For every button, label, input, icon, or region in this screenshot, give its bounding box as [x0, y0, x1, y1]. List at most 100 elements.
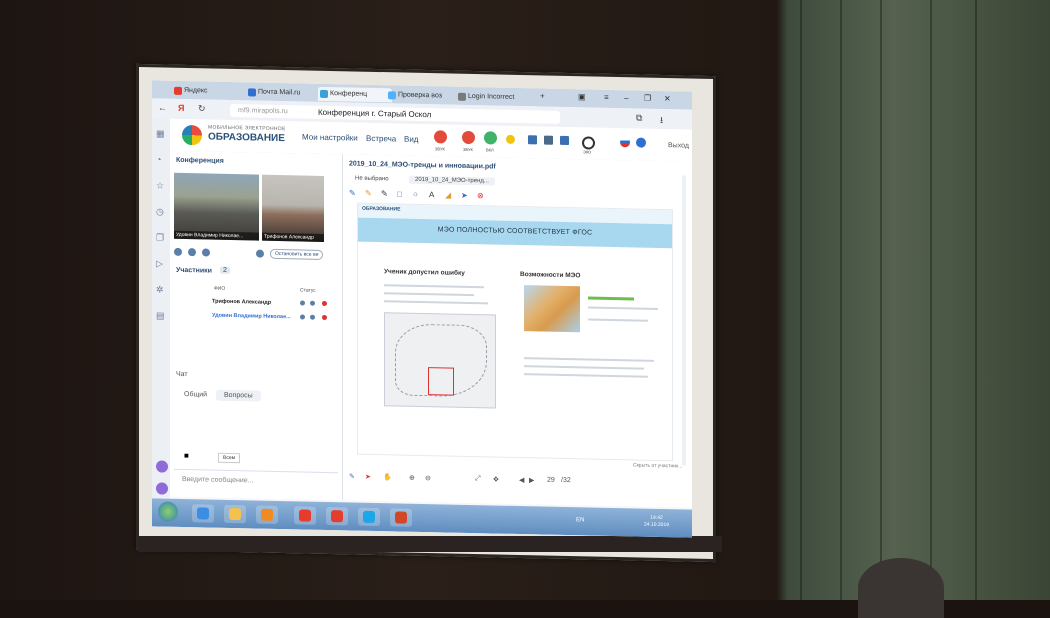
- language-indicator[interactable]: EN: [576, 517, 584, 523]
- participant-row[interactable]: Удовин Владимир Николае...: [174, 309, 334, 324]
- mic-icon[interactable]: [300, 300, 305, 305]
- yandex-home-icon[interactable]: Я: [178, 103, 184, 113]
- recipient-select[interactable]: Всем: [218, 453, 240, 463]
- conference-icon: [320, 90, 328, 98]
- network-icon[interactable]: [544, 136, 553, 145]
- bookmark-icon[interactable]: ⧉: [636, 112, 642, 123]
- menu-view[interactable]: Вид: [404, 135, 418, 144]
- history-icon[interactable]: ◷: [156, 206, 164, 217]
- taskbar-app[interactable]: [256, 506, 278, 524]
- tabs-icon[interactable]: ▣: [578, 92, 586, 101]
- mic-icon[interactable]: [188, 248, 196, 256]
- page-current[interactable]: 29: [547, 477, 555, 484]
- doc-tab-active[interactable]: 2019_10_24_МЭО-тренд...: [409, 176, 495, 186]
- stop-all-video-button[interactable]: Остановить все ви: [270, 249, 323, 260]
- browser-tab[interactable]: Login Incorrect: [456, 90, 540, 106]
- alice-icon[interactable]: [156, 482, 168, 494]
- mic-icon[interactable]: [434, 130, 447, 143]
- gear-icon[interactable]: ✲: [156, 284, 164, 295]
- zoom-out-icon[interactable]: ⊖: [425, 474, 431, 482]
- user-icon[interactable]: [174, 248, 182, 256]
- browser-tab[interactable]: Почта Mail.ru: [246, 85, 320, 101]
- exit-link[interactable]: Выход: [668, 142, 689, 149]
- close-icon[interactable]: ✕: [664, 94, 671, 103]
- powerpoint-icon: [395, 511, 407, 523]
- pen-icon[interactable]: ✎: [381, 189, 388, 198]
- download-icon[interactable]: ⭳: [660, 113, 663, 129]
- minimize-icon[interactable]: –: [624, 93, 628, 102]
- video-tile[interactable]: Трифонов Александр: [262, 175, 324, 242]
- menu-meeting[interactable]: Встреча: [366, 134, 396, 144]
- text-icon[interactable]: A: [429, 190, 434, 199]
- next-page-icon[interactable]: ▶: [529, 476, 534, 484]
- chat-input[interactable]: Введите сообщение...: [174, 469, 338, 492]
- prev-page-icon[interactable]: ◀: [519, 476, 524, 484]
- move-icon[interactable]: ✥: [493, 475, 499, 483]
- copy-icon[interactable]: ❐: [156, 232, 164, 243]
- start-button[interactable]: [158, 501, 178, 521]
- participant-row[interactable]: Трифонов Александр: [174, 295, 334, 310]
- bell-icon[interactable]: ◔: [156, 154, 161, 164]
- error-highlight: [428, 367, 454, 396]
- video-tile[interactable]: Удовин Владимир Николае...: [174, 173, 259, 241]
- taskbar-app[interactable]: [294, 506, 316, 524]
- camera-icon[interactable]: [484, 131, 497, 144]
- taskbar-app[interactable]: [326, 507, 348, 525]
- browser-tab-active[interactable]: Конференц: [318, 87, 392, 103]
- flag-ru-icon[interactable]: [620, 137, 630, 147]
- star-icon[interactable]: ☆: [156, 180, 164, 191]
- media-icon: [261, 509, 273, 521]
- marker-icon[interactable]: ✎: [365, 189, 372, 198]
- speaker-icon[interactable]: [462, 131, 475, 144]
- pointer-icon[interactable]: ➤: [461, 191, 468, 200]
- fit-icon[interactable]: ⤢: [475, 475, 481, 483]
- taskbar-app[interactable]: [358, 508, 380, 526]
- folder-icon[interactable]: [560, 136, 569, 145]
- reload-icon[interactable]: ↻: [198, 103, 206, 114]
- taskbar-app[interactable]: [192, 504, 214, 522]
- presentation-slide: ОБРАЗОВАНИЕ МЭО ПОЛНОСТЬЮ СООТВЕТСТВУЕТ …: [357, 203, 673, 462]
- circle-icon[interactable]: ○: [413, 190, 418, 199]
- fill-icon[interactable]: ◢: [445, 190, 451, 199]
- maximize-icon[interactable]: ❐: [644, 94, 651, 103]
- chat-tab-general[interactable]: Общий: [176, 389, 215, 401]
- menu-icon[interactable]: ≡: [604, 93, 609, 102]
- browser-tab-label: Почта Mail.ru: [258, 89, 300, 97]
- doc-tab[interactable]: Не выбрано: [349, 174, 395, 183]
- status-icon: [322, 301, 327, 306]
- pencil-icon[interactable]: ✎: [349, 472, 355, 480]
- rectangle-icon[interactable]: □: [397, 189, 402, 198]
- slide-logo: ОБРАЗОВАНИЕ: [362, 206, 400, 213]
- browser-tab[interactable]: Яндекс: [172, 84, 244, 100]
- app-icon[interactable]: [156, 460, 168, 472]
- pointer-icon[interactable]: ➤: [365, 473, 371, 481]
- record-icon[interactable]: [582, 136, 595, 149]
- browser-tab[interactable]: Проверка воз: [386, 88, 462, 104]
- mic-icon[interactable]: [300, 314, 305, 319]
- taskbar-app[interactable]: [224, 505, 246, 523]
- help-icon[interactable]: [636, 137, 646, 147]
- delete-icon[interactable]: ⊗: [477, 191, 484, 200]
- back-icon[interactable]: ←: [158, 102, 167, 112]
- taskbar-app[interactable]: [390, 508, 412, 526]
- vertical-scrollbar[interactable]: [682, 175, 686, 465]
- play-icon[interactable]: ▷: [156, 258, 163, 269]
- camera-icon[interactable]: [310, 315, 315, 320]
- chart-icon[interactable]: [528, 135, 537, 144]
- browser-tab-label: Проверка воз: [398, 91, 442, 99]
- page-icon: [458, 93, 466, 101]
- chat-tab-questions[interactable]: Вопросы: [216, 390, 261, 402]
- clock[interactable]: 14:42 24.10.2019: [644, 515, 669, 530]
- new-tab-icon[interactable]: +: [540, 91, 545, 100]
- camera-icon[interactable]: [202, 248, 210, 256]
- hand-icon[interactable]: ✋: [383, 473, 392, 481]
- grid-icon[interactable]: ▦: [156, 128, 165, 139]
- file-icon[interactable]: ▤: [156, 310, 165, 321]
- menu-settings[interactable]: Мои настройки: [302, 132, 358, 142]
- camera-icon[interactable]: [310, 301, 315, 306]
- zoom-in-icon[interactable]: ⊕: [409, 474, 415, 482]
- color-icon[interactable]: ■: [184, 451, 189, 460]
- hide-from-participants[interactable]: Скрыть от участник...: [633, 462, 682, 469]
- emoji-icon[interactable]: [506, 135, 515, 144]
- pencil-icon[interactable]: ✎: [349, 188, 356, 197]
